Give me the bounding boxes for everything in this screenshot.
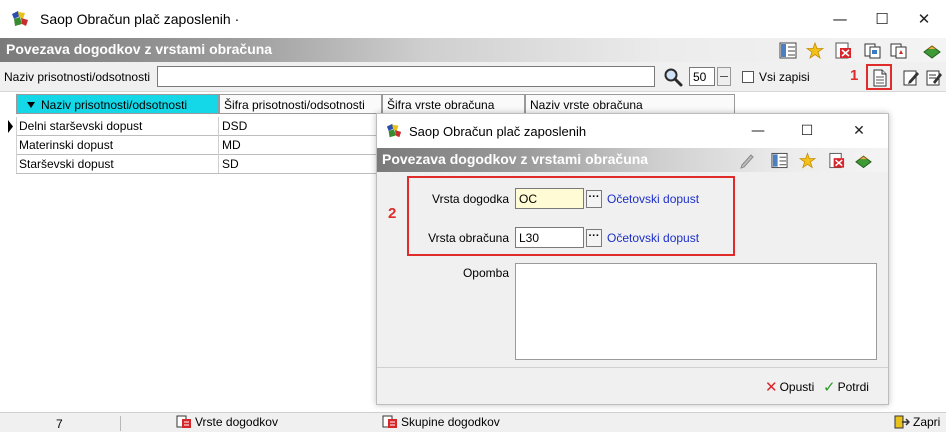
event-groups-icon	[382, 415, 397, 428]
calc-type-name-link[interactable]: Očetovski dopust	[607, 231, 699, 245]
main-titlebar: Saop Obračun plač zaposlenih · — ☐ ✕	[0, 0, 946, 38]
all-records-checkbox[interactable]	[742, 71, 754, 83]
table-row-1-name[interactable]: Materinski dopust	[16, 136, 219, 153]
dialog-export-book-icon[interactable]	[855, 152, 872, 169]
column-header-name[interactable]: Naziv prisotnosti/odsotnosti	[16, 94, 219, 114]
columns-icon[interactable]	[779, 42, 797, 59]
window-title-suffix: ·	[234, 11, 240, 27]
cancel-x-icon: ✕	[765, 378, 778, 396]
dialog-close-button[interactable]: ✕	[841, 119, 877, 143]
event-groups-label: Skupine dogodkov	[401, 415, 500, 429]
event-type-input[interactable]: OC	[515, 188, 584, 209]
dialog-minimize-button[interactable]: —	[740, 119, 776, 143]
dialog-favorite-star-icon[interactable]	[799, 152, 816, 169]
column-header-name-label: Naziv prisotnosti/odsotnosti	[41, 98, 188, 112]
column-header-calc-code[interactable]: Šifra vrste obračuna	[382, 94, 525, 114]
filter-label: Naziv prisotnosti/odsotnosti	[4, 70, 151, 84]
event-link-dialog: Saop Obračun plač zaposlenih — ☐ ✕ Povez…	[376, 113, 889, 405]
window-title: Saop Obračun plač zaposlenih ·	[40, 11, 239, 27]
table-row-2-name[interactable]: Starševski dopust	[16, 155, 219, 172]
close-form-label: Zapri	[913, 415, 941, 429]
cancel-label: Opusti	[779, 380, 815, 394]
column-header-calc-name[interactable]: Naziv vrste obračuna	[525, 94, 735, 114]
dialog-header-title: Povezava dogodkov z vrstami obračuna	[382, 151, 649, 167]
record-count: 7	[56, 417, 63, 431]
favorite-star-icon[interactable]	[806, 42, 824, 59]
status-separator	[120, 416, 121, 431]
calc-type-lookup-button[interactable]: ···	[586, 229, 602, 247]
filter-bar: Naziv prisotnosti/odsotnosti 50 Vsi zapi…	[0, 62, 946, 92]
event-type-name-link[interactable]: Očetovski dopust	[607, 192, 699, 206]
column-divider	[16, 117, 17, 173]
row-divider	[16, 173, 376, 174]
module-header: Povezava dogodkov z vrstami obračuna	[0, 38, 946, 62]
annotation-2: 2	[388, 205, 397, 222]
module-title: Povezava dogodkov z vrstami obračuna	[6, 41, 273, 57]
dialog-title: Saop Obračun plač zaposlenih	[409, 124, 587, 139]
dialog-app-logo-icon	[386, 123, 402, 138]
delete-record-icon[interactable]	[834, 42, 852, 59]
copy-icon[interactable]	[864, 42, 882, 59]
dialog-footer: ✕ Opusti ✓ Potrdi	[377, 367, 888, 404]
cancel-button[interactable]: ✕ Opusti	[765, 378, 814, 396]
filter-input[interactable]	[157, 66, 655, 87]
export-book-icon[interactable]	[923, 42, 941, 59]
note-textarea[interactable]	[515, 263, 877, 360]
confirm-label: Potrdi	[837, 380, 869, 394]
column-divider	[218, 117, 219, 173]
dialog-maximize-button[interactable]: ☐	[789, 119, 825, 143]
dialog-delete-icon[interactable]	[828, 152, 845, 169]
table-row-2-code[interactable]: SD	[219, 155, 379, 172]
table-row-0-code[interactable]: DSD	[219, 117, 379, 134]
event-type-label: Vrsta dogodka	[432, 192, 509, 206]
event-type-lookup-button[interactable]: ···	[586, 190, 602, 208]
maximize-button[interactable]: ☐	[862, 6, 902, 32]
record-count-input[interactable]: 50	[689, 67, 715, 86]
event-types-label: Vrste dogodkov	[195, 415, 278, 429]
event-groups-button[interactable]: Skupine dogodkov	[382, 415, 500, 429]
confirm-check-icon: ✓	[823, 378, 836, 396]
new-record-button[interactable]	[866, 64, 892, 90]
new-document-icon	[873, 69, 887, 87]
dialog-header: Povezava dogodkov z vrstami obračuna	[377, 148, 888, 172]
confirm-button[interactable]: ✓ Potrdi	[823, 378, 869, 396]
table-row-0-name[interactable]: Delni starševski dopust	[16, 117, 219, 134]
annotation-1: 1	[850, 67, 859, 84]
minimize-button[interactable]: —	[820, 6, 860, 32]
edit-list-icon[interactable]	[926, 69, 943, 86]
event-types-button[interactable]: Vrste dogodkov	[176, 415, 278, 429]
close-button[interactable]: ✕	[904, 6, 944, 32]
app-logo-icon	[12, 11, 28, 26]
window-title-text: Saop Obračun plač zaposlenih	[40, 11, 231, 27]
status-bar: 7 Vrste dogodkov Skupine dogodkov Zapri	[0, 412, 946, 432]
current-row-indicator-icon	[8, 120, 13, 133]
column-header-code[interactable]: Šifra prisotnosti/odsotnosti	[219, 94, 382, 114]
record-count-spinner[interactable]	[717, 67, 731, 86]
close-form-button[interactable]: Zapri	[894, 415, 940, 429]
dialog-edit-icon[interactable]	[739, 152, 756, 169]
all-records-label: Vsi zapisi	[759, 70, 810, 84]
calc-type-label: Vrsta obračuna	[428, 231, 509, 245]
dialog-body: 2 Vrsta dogodka OC ··· Očetovski dopust …	[377, 172, 888, 367]
dialog-titlebar: Saop Obračun plač zaposlenih — ☐ ✕	[377, 114, 888, 148]
edit-record-icon[interactable]	[903, 69, 920, 86]
duplicate-icon[interactable]	[890, 42, 908, 59]
note-label: Opomba	[462, 266, 509, 280]
sort-desc-icon	[27, 102, 35, 108]
exit-icon	[894, 415, 911, 429]
event-types-icon	[176, 415, 191, 428]
table-row-1-code[interactable]: MD	[219, 136, 379, 153]
calc-type-input[interactable]: L30	[515, 227, 584, 248]
dialog-columns-icon[interactable]	[771, 152, 788, 169]
search-icon[interactable]	[663, 67, 683, 87]
